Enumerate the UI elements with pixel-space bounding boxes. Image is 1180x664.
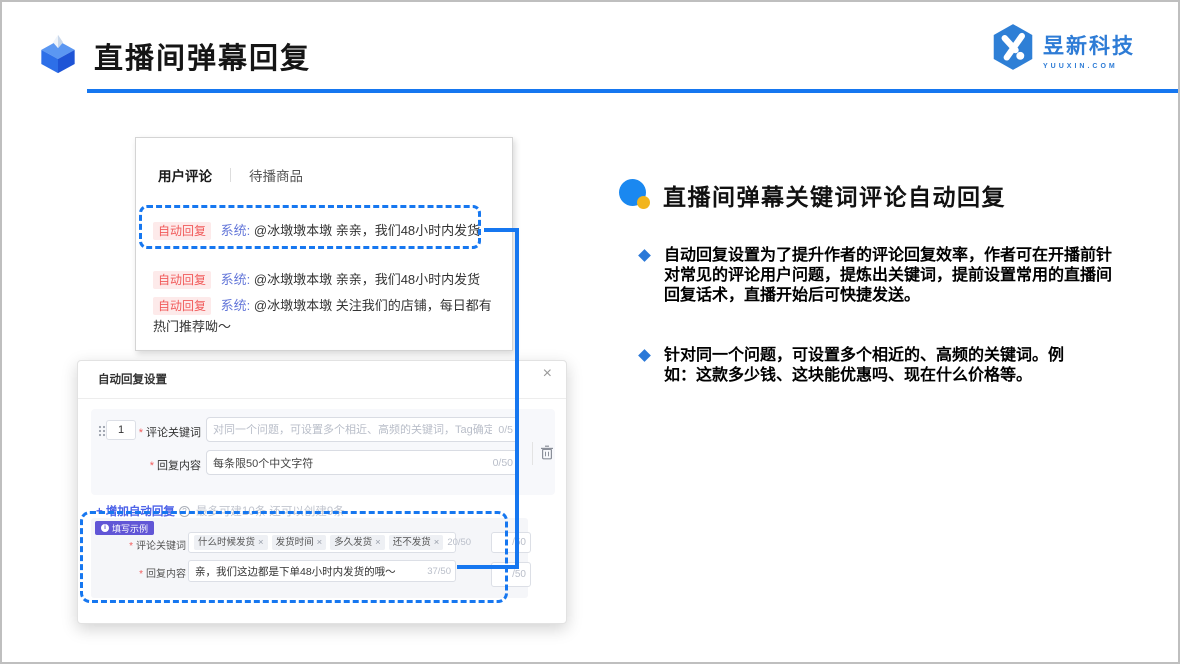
reply-label: * 回复内容 <box>149 460 201 472</box>
comment-panel-tabs: 用户评论 待播商品 <box>158 165 303 185</box>
message-sender: 系统: <box>220 223 251 238</box>
cube-logo-icon <box>41 34 75 74</box>
company-domain: YUUXIN.COM <box>1043 63 1118 70</box>
reply-counter: 0/50 <box>492 456 513 469</box>
auto-reply-rule-row: 1 *评论关键词 0/5 *回复内容 0/50 <box>91 409 555 495</box>
chat-bubble-icon <box>619 179 650 209</box>
info-icon: i <box>101 524 109 532</box>
required-mark: * <box>139 569 143 580</box>
keyword-label: * 评论关键词 <box>138 427 201 439</box>
feature-bullet: 自动回复设置为了提升作者的评论回复效率，作者可在开播前针 对常见的评论用户问题，… <box>638 246 1155 306</box>
add-auto-reply-hint: 最多可建10条 还可以创建9条 <box>195 506 345 518</box>
chat-bubble-dot-icon <box>637 196 650 209</box>
page: 直播间弹幕回复 昱新科技 YUUXIN.COM 用户评论 待播商品 自动回复 系… <box>0 0 1180 664</box>
tab-user-comments[interactable]: 用户评论 <box>158 165 212 185</box>
add-auto-reply-row: + 增加自动回复 ? 最多可建10条 还可以创建9条 <box>96 503 345 519</box>
message-text: @冰墩墩本墩 亲亲，我们48小时内发货 <box>253 223 481 238</box>
reply-input: 0/50 <box>206 450 519 475</box>
example-reply-counter: 37/50 <box>427 565 451 577</box>
auto-reply-badge: 自动回复 <box>153 222 212 240</box>
keyword-tag[interactable]: 多久发货 × <box>330 535 385 550</box>
message-sender: 系统: <box>220 298 251 313</box>
tab-divider <box>230 168 231 182</box>
row-action-divider <box>532 442 533 465</box>
example-reply-label: * 回复内容 <box>139 569 186 580</box>
auto-reply-badge: 自动回复 <box>153 297 212 315</box>
dialog-divider <box>78 398 566 399</box>
example-keyword-label: * 评论关键词 <box>129 541 186 552</box>
tab-pending-products[interactable]: 待播商品 <box>249 165 303 185</box>
hidden-counter-field: /50 <box>491 532 531 553</box>
delete-icon[interactable] <box>540 445 554 460</box>
feature-bullet: 针对同一个问题，可设置多个相近的、高频的关键词。例 如：这款多少钱、这块能优惠吗… <box>638 346 1155 386</box>
auto-reply-badge: 自动回复 <box>153 271 212 289</box>
reply-input-field[interactable] <box>207 456 493 469</box>
keyword-tag[interactable]: 发货时间 × <box>271 535 327 550</box>
required-mark: * <box>138 427 143 439</box>
example-keyword-tags-field[interactable]: 什么时候发货 × 发货时间 × 多久发货 × 还不发货 × 20/50 <box>188 532 471 553</box>
drag-handle-icon[interactable] <box>98 425 106 437</box>
message-text: @冰墩墩本墩 亲亲，我们48小时内发货 <box>253 272 481 287</box>
comment-panel: 用户评论 待播商品 自动回复 系统: @冰墩墩本墩 亲亲，我们48小时内发货 自… <box>135 137 513 351</box>
required-mark: * <box>129 541 133 552</box>
example-keyword-counter: 20/50 <box>447 537 472 548</box>
keyword-tag[interactable]: 什么时候发货 × <box>194 535 268 550</box>
company-logo: 昱新科技 YUUXIN.COM <box>988 22 1135 72</box>
tag-close-icon[interactable]: × <box>317 537 323 548</box>
example-reply-input: 37/50 <box>188 560 456 582</box>
keyword-counter: 0/5 <box>498 423 513 436</box>
keyword-tag[interactable]: 还不发货 × <box>388 535 444 550</box>
tag-close-icon[interactable]: × <box>258 537 264 548</box>
example-section: i 填写示例 * 评论关键词 什么时候发货 × 发货时间 × 多久发货 × 还不发货 × … <box>91 518 528 598</box>
feature-heading: 直播间弹幕关键词评论自动回复 <box>663 184 1006 210</box>
diamond-bullet-icon <box>638 349 651 362</box>
required-mark: * <box>149 460 154 472</box>
diamond-bullet-icon <box>638 249 651 262</box>
hidden-counter-field: /50 <box>491 562 531 587</box>
keyword-input-field[interactable] <box>207 423 499 436</box>
company-logo-text: 昱新科技 YUUXIN.COM <box>1043 30 1135 70</box>
auto-reply-settings-dialog: 自动回复设置 × 1 *评论关键词 0/5 *回复内容 0/50 <box>77 360 567 624</box>
help-icon[interactable]: ? <box>178 505 190 517</box>
dialog-title: 自动回复设置 <box>98 374 167 386</box>
tag-close-icon[interactable]: × <box>434 537 440 548</box>
example-badge: i 填写示例 <box>95 521 155 535</box>
company-hexagon-icon <box>993 24 1033 70</box>
comment-message: 自动回复 系统: @冰墩墩本墩 亲亲，我们48小时内发货 <box>153 220 497 241</box>
keyword-input: 0/5 <box>206 417 519 442</box>
comment-message: 自动回复 系统: @冰墩墩本墩 亲亲，我们48小时内发货 <box>153 269 497 290</box>
header-divider <box>87 89 1178 93</box>
add-auto-reply-button[interactable]: + 增加自动回复 <box>96 503 175 519</box>
close-icon[interactable]: × <box>543 366 552 382</box>
tag-close-icon[interactable]: × <box>375 537 381 548</box>
feature-bullet-text: 自动回复设置为了提升作者的评论回复效率，作者可在开播前针 对常见的评论用户问题，… <box>664 247 1113 304</box>
feature-bullet-text: 针对同一个问题，可设置多个相近的、高频的关键词。例 如：这款多少钱、这块能优惠吗… <box>664 347 1065 384</box>
example-badge-label: 填写示例 <box>112 523 149 534</box>
company-name: 昱新科技 <box>1043 35 1135 58</box>
example-reply-input-field[interactable] <box>189 565 428 577</box>
message-sender: 系统: <box>220 272 251 287</box>
comment-message: 自动回复 系统: @冰墩墩本墩 关注我们的店铺，每日都有热门推荐呦～ <box>153 295 497 337</box>
page-title: 直播间弹幕回复 <box>94 43 312 75</box>
